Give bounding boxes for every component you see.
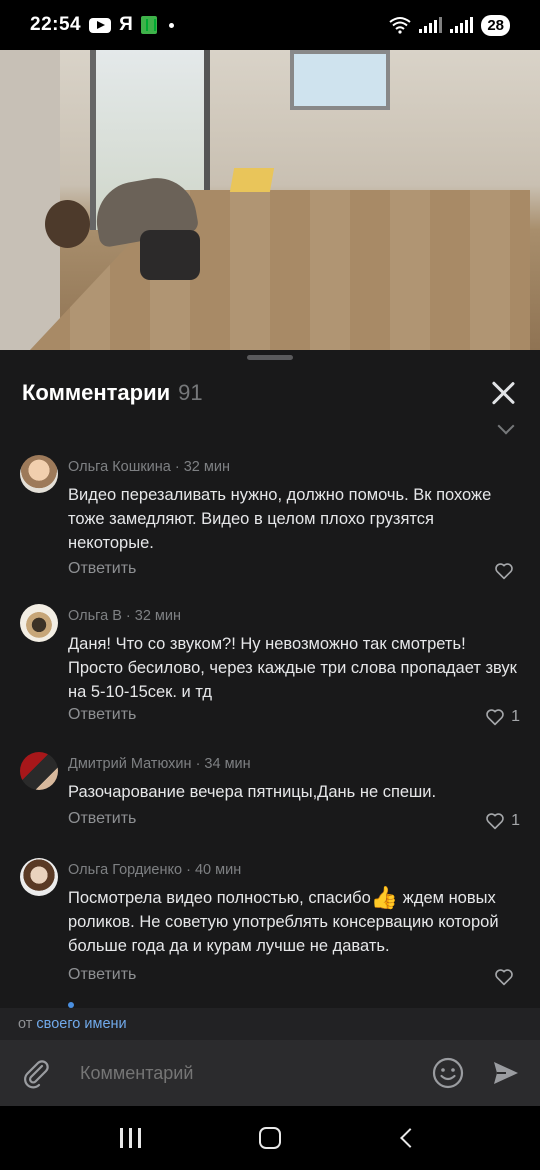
comment-item: Ольга Гордиенко · 40 мин Посмотрела виде… <box>20 858 520 998</box>
like-count: 1 <box>511 812 520 829</box>
comment-author[interactable]: Ольга Гордиенко <box>68 862 182 878</box>
reply-button[interactable]: Ответить <box>68 810 136 828</box>
like-button[interactable]: 1 <box>485 812 520 830</box>
video-frame-window <box>290 50 390 110</box>
home-button[interactable] <box>240 1118 300 1158</box>
like-button[interactable] <box>494 968 520 986</box>
recent-apps-icon <box>119 1128 141 1148</box>
comment-meta: Ольга В · 32 мин <box>68 608 181 624</box>
comments-sheet: Комментарии 91 Ольга Кошкина · 32 мин Ви… <box>0 350 540 1040</box>
comment-meta: Ольга Кошкина · 32 мин <box>68 459 230 475</box>
recent-apps-button[interactable] <box>100 1118 160 1158</box>
send-icon[interactable] <box>492 1059 520 1087</box>
post-as-prefix: от <box>18 1016 33 1032</box>
chevron-down-icon[interactable] <box>497 417 515 435</box>
comment-text: Посмотрела видео полностью, спасибо👍 жде… <box>68 886 518 958</box>
video-player[interactable] <box>0 50 540 350</box>
reply-button[interactable]: Ответить <box>68 706 136 724</box>
comment-time: · 32 мин <box>174 459 230 475</box>
comment-item: Ольга Кошкина · 32 мин Видео перезаливат… <box>20 455 520 585</box>
back-icon <box>400 1128 420 1148</box>
comment-time: · 40 мин <box>186 862 242 878</box>
heart-icon <box>495 563 513 580</box>
comment-author[interactable]: Дмитрий Матюхин <box>68 756 192 772</box>
comment-meta: Ольга Гордиенко · 40 мин <box>68 862 241 878</box>
like-count: 1 <box>511 708 520 725</box>
heart-icon <box>486 813 504 830</box>
reply-button[interactable]: Ответить <box>68 560 136 578</box>
system-navigation-bar <box>0 1106 540 1170</box>
comment-item: Ольга В · 32 мин Даня! Что со звуком?! Н… <box>20 604 520 734</box>
app-icon <box>140 16 157 34</box>
comment-input-bar <box>0 1040 540 1106</box>
comment-time: · 34 мин <box>195 756 251 772</box>
like-button[interactable]: 1 <box>485 708 520 726</box>
post-as-link[interactable]: своего имени <box>36 1016 126 1032</box>
avatar[interactable] <box>20 752 58 790</box>
comment-text: Видео перезаливать нужно, должно помочь.… <box>68 486 492 552</box>
like-button[interactable] <box>494 562 520 580</box>
sheet-title: Комментарии <box>22 380 171 405</box>
post-as-bar: от своего имени <box>0 1008 540 1040</box>
signal-icon-2 <box>450 17 474 33</box>
status-bar: 22:54 Я 28 <box>0 0 540 50</box>
close-icon[interactable] <box>488 378 518 408</box>
youtube-icon <box>89 17 112 33</box>
heart-icon <box>495 969 513 986</box>
sheet-header: Комментарии 91 <box>22 378 518 408</box>
emoji-icon[interactable] <box>432 1057 464 1089</box>
comment-input[interactable] <box>80 1062 432 1084</box>
comment-author[interactable]: Ольга В <box>68 608 122 624</box>
yandex-icon: Я <box>119 14 133 35</box>
attachment-icon[interactable] <box>20 1057 52 1089</box>
battery-indicator: 28 <box>481 14 510 36</box>
comment-meta: Дмитрий Матюхин · 34 мин <box>68 756 251 772</box>
comment-author[interactable]: Ольга Кошкина <box>68 459 171 475</box>
thumbs-up-emoji-icon: 👍 <box>370 885 399 910</box>
signal-icon <box>419 17 443 33</box>
comment-time: · 32 мин <box>125 608 181 624</box>
avatar[interactable] <box>20 858 58 896</box>
home-icon <box>259 1127 281 1149</box>
reply-button[interactable]: Ответить <box>68 966 136 984</box>
sheet-drag-handle[interactable] <box>247 355 293 360</box>
avatar[interactable] <box>20 604 58 642</box>
wifi-icon <box>389 17 411 34</box>
avatar[interactable] <box>20 455 58 493</box>
notification-dot-icon <box>168 22 174 28</box>
heart-icon <box>486 709 504 726</box>
comment-text-part: Посмотрела видео полностью, спасибо <box>68 889 371 907</box>
video-frame-box <box>229 168 275 192</box>
video-frame-person <box>45 170 200 300</box>
back-button[interactable] <box>380 1118 440 1158</box>
comment-item: Дмитрий Матюхин · 34 мин Разочарование в… <box>20 752 520 842</box>
comment-text: Разочарование вечера пятницы,Дань не спе… <box>68 783 437 801</box>
comment-text: Даня! Что со звуком?! Ну невозможно так … <box>68 635 517 701</box>
comment-count: 91 <box>178 380 203 405</box>
clock: 22:54 <box>30 14 82 35</box>
